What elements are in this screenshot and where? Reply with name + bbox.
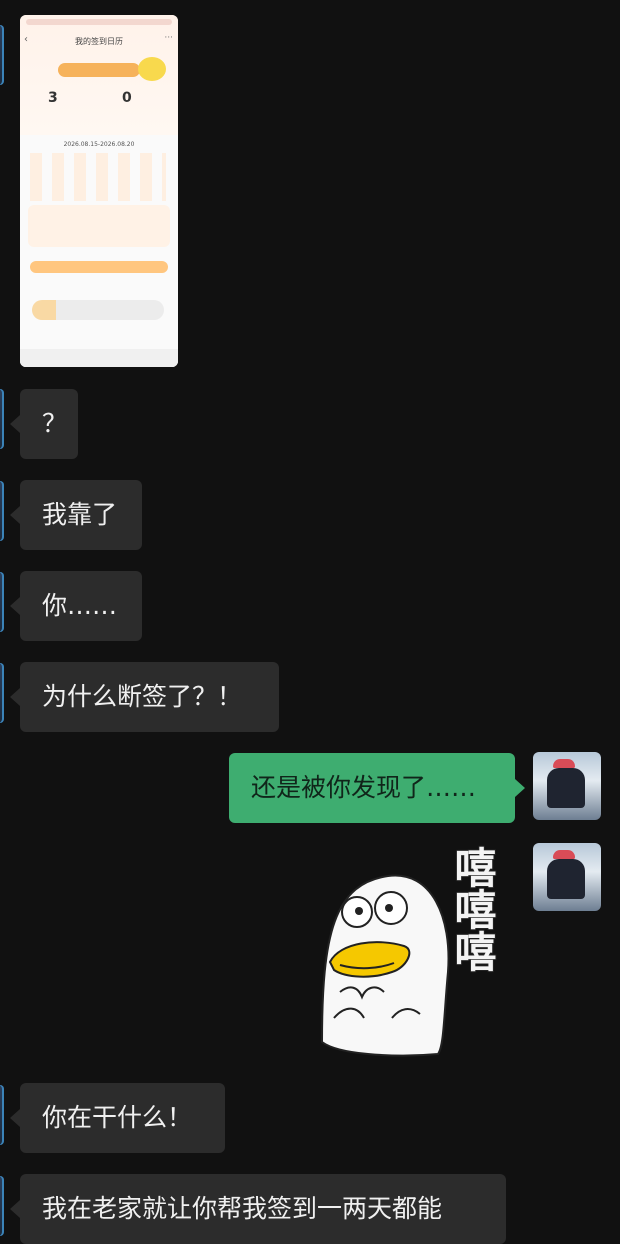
avatar-red-cap: [553, 759, 575, 768]
mini-bottom-nav: [20, 349, 178, 367]
mini-back-icon: ‹: [24, 34, 28, 45]
mini-badge: [58, 63, 140, 77]
image-message[interactable]: 我的签到日历 ‹ ··· 3 0 2026.08.15-2026.08.20: [20, 15, 178, 367]
message-bubble[interactable]: 我在老家就让你帮我签到一两天都能: [10, 1174, 506, 1244]
sticker-message[interactable]: 嘻嘻嘻: [312, 842, 507, 1064]
mini-header: 我的签到日历 ‹ ··· 3 0: [20, 15, 178, 135]
message-bubble[interactable]: ？: [10, 389, 78, 459]
left-avatar: [0, 481, 4, 541]
left-avatar: [0, 663, 4, 723]
mini-stat-left: 3: [48, 90, 58, 106]
message-bubble[interactable]: 你在干什么！: [10, 1083, 225, 1153]
mini-menu-icon: ···: [164, 33, 173, 43]
left-avatar: [0, 25, 4, 85]
mini-status-bar: [26, 19, 172, 25]
self-avatar[interactable]: [533, 843, 601, 911]
avatar-figure: [547, 768, 585, 808]
mini-date-range: 2026.08.15-2026.08.20: [63, 141, 135, 148]
message-bubble[interactable]: 还是被你发现了……: [229, 753, 525, 823]
message-bubble[interactable]: 我靠了: [10, 480, 142, 550]
left-avatar: [0, 1085, 4, 1145]
mini-steps: [32, 300, 164, 320]
mini-grid: [30, 153, 166, 201]
left-avatar: [0, 572, 4, 632]
sticker-text: 嘻嘻嘻: [448, 846, 497, 972]
self-avatar[interactable]: [533, 752, 601, 820]
mini-progress-card: [28, 205, 170, 247]
left-avatar: [0, 1176, 4, 1236]
mini-stat-right: 0: [122, 90, 132, 106]
avatar-red-cap: [553, 850, 575, 859]
mini-chick-icon: [138, 57, 166, 81]
message-bubble[interactable]: 为什么断签了？！: [10, 662, 279, 732]
left-avatar: [0, 389, 4, 449]
mini-title: 我的签到日历: [75, 37, 123, 46]
avatar-figure: [547, 859, 585, 899]
mini-sign-button: [30, 261, 168, 273]
message-bubble[interactable]: 你……: [10, 571, 142, 641]
mini-calendar: 2026.08.15-2026.08.20: [20, 135, 178, 367]
